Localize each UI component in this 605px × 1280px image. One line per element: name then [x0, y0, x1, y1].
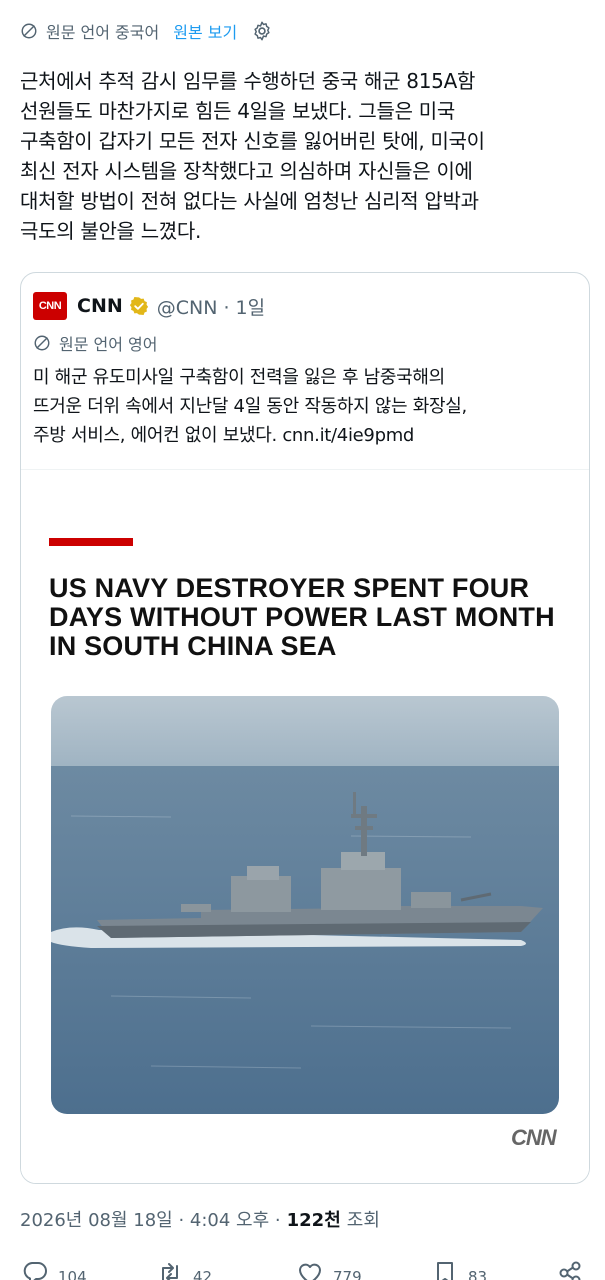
translation-label: 원문 언어 중국어 — [46, 23, 160, 42]
bookmark-button[interactable]: 83 — [430, 1258, 487, 1280]
image-headline: US NAVY DESTROYER SPENT FOUR DAYS WITHOU… — [49, 573, 555, 661]
show-original-link[interactable]: 원본 보기 — [173, 19, 237, 43]
tweet-text: 근처에서 추적 감시 임무를 수행하던 중국 해군 815A함 선원들도 마찬가… — [20, 69, 485, 243]
article-image[interactable]: US NAVY DESTROYER SPENT FOUR DAYS WITHOU… — [21, 469, 589, 1183]
share-icon — [559, 1261, 581, 1280]
quoted-tweet-card[interactable]: CNN CNN @CNN · 1일 원문 언어 영어 미 해군 유도미사일 구축… — [20, 272, 590, 1184]
repost-count: 42 — [193, 1268, 213, 1280]
reply-button[interactable]: 104 — [20, 1258, 87, 1280]
destroyer-photo — [51, 696, 559, 1114]
translate-icon — [34, 335, 50, 351]
verified-badge-icon — [129, 297, 148, 315]
view-count-label: 조회 — [346, 1210, 380, 1231]
like-count: 779 — [333, 1268, 362, 1280]
repost-button[interactable]: 42 — [155, 1258, 212, 1280]
cnn-watermark: CNN — [511, 1125, 557, 1150]
gear-icon[interactable] — [251, 20, 273, 42]
quoted-author-handle-time: @CNN · 1일 — [156, 296, 266, 319]
red-rule — [49, 538, 133, 546]
bookmark-icon — [437, 1262, 453, 1280]
repost-icon — [162, 1263, 178, 1280]
timestamp[interactable]: 2026년 08월 18일 · 4:04 오후 · — [20, 1206, 281, 1232]
heart-icon — [299, 1263, 321, 1280]
action-bar: 104 42 779 83 — [20, 1258, 590, 1280]
quoted-tweet-header: CNN CNN @CNN · 1일 — [33, 291, 265, 321]
reply-count: 104 — [58, 1268, 87, 1280]
cnn-avatar[interactable]: CNN — [33, 292, 67, 320]
reply-icon — [23, 1262, 47, 1280]
translation-bar: 원문 언어 중국어 원본 보기 — [20, 18, 273, 44]
quoted-tweet-text: 미 해군 유도미사일 구축함이 전력을 잃은 후 남중국해의 뜨거운 더위 속에… — [33, 367, 467, 446]
tweet-meta: 2026년 08월 18일 · 4:04 오후 · 122천 조회 — [20, 1204, 380, 1234]
share-button[interactable] — [555, 1258, 585, 1280]
quoted-author-name[interactable]: CNN — [77, 295, 123, 317]
like-button[interactable]: 779 — [295, 1258, 362, 1280]
translate-icon — [21, 23, 37, 39]
bookmark-count: 83 — [468, 1268, 488, 1280]
quoted-translation-label: 원문 언어 영어 — [59, 335, 158, 354]
destroyer-ship-image — [51, 696, 559, 1114]
quoted-translation-bar: 원문 언어 영어 — [33, 331, 158, 355]
view-count: 122천 — [286, 1210, 341, 1231]
